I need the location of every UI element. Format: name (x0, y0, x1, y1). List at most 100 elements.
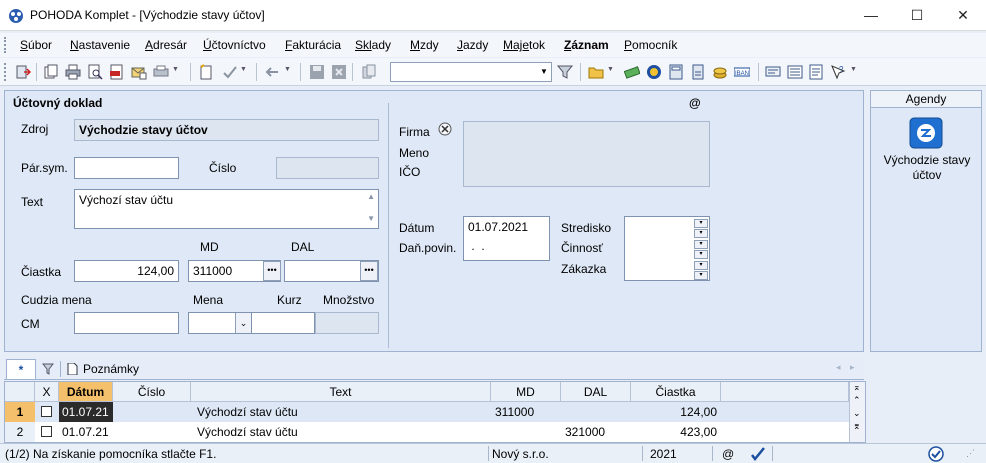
menu-fakturacia[interactable]: Fakturácia (285, 38, 341, 52)
status-at-icon[interactable]: @ (722, 447, 734, 461)
ok-status-icon[interactable] (928, 446, 944, 462)
print-dropdown-icon[interactable]: ▼ (172, 66, 179, 73)
grid-header-datum[interactable]: Dátum (59, 382, 113, 402)
row-checkbox[interactable] (41, 406, 52, 417)
zakazka-picker-icon[interactable]: ▾ (694, 261, 708, 270)
tools-dropdown-icon[interactable]: ▼ (240, 66, 247, 73)
exit-icon[interactable] (15, 64, 31, 80)
back-arrow-icon[interactable] (264, 64, 280, 80)
stredisko-picker-icon[interactable]: ▾ (694, 219, 708, 228)
menu-subor[interactable]: Súbor (20, 38, 52, 52)
zakazka-dropdown-icon[interactable]: ▾ (694, 271, 708, 280)
mena-select[interactable]: ⌄ (188, 312, 252, 334)
email-print-icon[interactable] (131, 64, 147, 80)
row-md[interactable] (495, 422, 561, 442)
help-dropdown-icon[interactable]: ▼ (850, 66, 857, 73)
menu-jazdy[interactable]: Jazdy (457, 38, 488, 52)
row-dal[interactable]: 321000 (565, 422, 631, 442)
datum-field[interactable]: 01.07.2021 (468, 220, 528, 234)
print-icon[interactable] (65, 64, 81, 80)
money-icon[interactable] (624, 64, 640, 80)
quick-search-combo[interactable]: ▼ (390, 62, 552, 82)
row-dal[interactable] (565, 402, 631, 422)
cancel-edit-icon[interactable] (331, 64, 347, 80)
menu-pomocnik[interactable]: Pomocník (624, 38, 677, 52)
coins-icon[interactable] (712, 64, 728, 80)
row-text[interactable]: Východzí stav účtu (197, 402, 491, 422)
scroll-down-icon[interactable]: ▼ (367, 214, 375, 223)
print-options-icon[interactable] (153, 64, 169, 80)
message-icon[interactable] (765, 64, 781, 80)
ciastka-field[interactable]: 124,00 (74, 260, 179, 282)
menu-uctovnictvo[interactable]: Účtovníctvo (203, 38, 266, 52)
table-row[interactable]: 2 01.07.21 Východzí stav účtu 321000 423… (5, 422, 849, 442)
row-checkbox[interactable] (41, 426, 52, 437)
row-ciastka[interactable]: 124,00 (631, 402, 717, 422)
folder-dropdown-icon[interactable]: ▼ (607, 66, 614, 73)
check-tools-icon[interactable] (222, 64, 238, 80)
duplicate-icon[interactable] (361, 64, 377, 80)
list-icon[interactable] (787, 64, 803, 80)
filter-tab-icon[interactable] (42, 363, 54, 375)
scroll-right-icon[interactable]: ▸ (850, 362, 855, 373)
text-field[interactable]: Výchozí stav účtu ▲ ▼ (74, 189, 379, 229)
row-datum[interactable]: 01.07.21 (62, 422, 113, 442)
menu-majetok[interactable]: Majetok (503, 38, 545, 52)
tab-new[interactable]: * (6, 359, 36, 379)
grid-header-dal[interactable]: DAL (561, 382, 631, 402)
save-icon[interactable] (309, 64, 325, 80)
back-dropdown-icon[interactable]: ▼ (284, 66, 291, 73)
folder-icon[interactable] (588, 64, 604, 80)
table-row[interactable]: 1 01.07.21 Východzí stav účtu 311000 124… (5, 402, 849, 422)
danpovin-field[interactable]: . . (468, 239, 484, 253)
md-picker-button[interactable]: ••• (263, 261, 281, 281)
copy-record-icon[interactable] (43, 64, 59, 80)
close-button[interactable]: ✕ (940, 0, 986, 31)
grid-header-ciastka[interactable]: Čiastka (631, 382, 721, 402)
row-cislo[interactable] (117, 402, 191, 422)
scroll-down-icon[interactable]: ⌄ (853, 408, 861, 419)
row-cislo[interactable] (117, 422, 191, 442)
cinnost-picker-icon[interactable]: ▾ (694, 240, 708, 249)
agenda-item-label[interactable]: Východzie stavy účtov (875, 153, 979, 183)
minimize-button[interactable]: — (848, 0, 894, 31)
scroll-top-icon[interactable]: ⌅ (853, 382, 861, 393)
clear-firma-icon[interactable] (437, 121, 453, 137)
chevron-down-icon[interactable]: ⌄ (235, 313, 251, 333)
grid-scrollbar[interactable]: ⌅ ⌃ ⌄ ⌆ (849, 382, 865, 442)
scroll-up-icon[interactable]: ▲ (367, 192, 375, 201)
cinnost-dropdown-icon[interactable]: ▾ (694, 250, 708, 259)
menu-zaznam[interactable]: Záznam (564, 38, 609, 52)
new-record-icon[interactable] (198, 64, 214, 80)
kurz-field[interactable] (252, 312, 315, 334)
notes-icon[interactable] (808, 64, 824, 80)
grid-header-x[interactable]: X (35, 382, 59, 402)
row-md[interactable]: 311000 (495, 402, 561, 422)
chevron-down-icon[interactable]: ▼ (537, 63, 551, 81)
dal-picker-button[interactable]: ••• (360, 261, 378, 281)
calculator-alt-icon[interactable] (690, 64, 706, 80)
row-text[interactable]: Východzí stav účtu (197, 422, 491, 442)
stredisko-dropdown-icon[interactable]: ▾ (694, 229, 708, 238)
iban-icon[interactable]: IBAN (734, 64, 750, 80)
calculator-icon[interactable] (668, 64, 684, 80)
maximize-button[interactable]: ☐ (894, 0, 940, 31)
menu-mzdy[interactable]: Mzdy (410, 38, 439, 52)
scroll-bottom-icon[interactable]: ⌆ (853, 421, 861, 432)
agenda-icon[interactable] (909, 117, 943, 149)
menu-sklady[interactable]: Sklady (355, 38, 391, 52)
filter-icon[interactable] (557, 64, 573, 80)
grid-header-md[interactable]: MD (491, 382, 561, 402)
check-pen-icon[interactable] (750, 446, 766, 462)
row-datum[interactable]: 01.07.21 (59, 402, 113, 422)
grid-header-text[interactable]: Text (191, 382, 491, 402)
currency-icon[interactable] (646, 64, 662, 80)
scroll-up-icon[interactable]: ⌃ (853, 395, 861, 406)
pdf-icon[interactable] (109, 64, 125, 80)
scroll-left-icon[interactable]: ◂ (836, 362, 841, 373)
menu-adresar[interactable]: Adresár (145, 38, 187, 52)
row-ciastka[interactable]: 423,00 (631, 422, 717, 442)
cm-field[interactable] (74, 312, 179, 334)
print-preview-icon[interactable] (87, 64, 103, 80)
menu-nastavenie[interactable]: Nastavenie (70, 38, 130, 52)
